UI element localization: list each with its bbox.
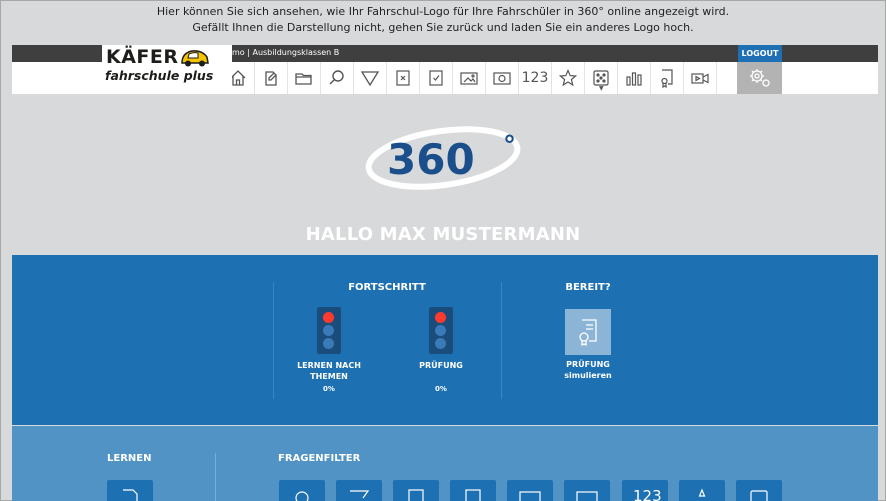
logo-text-main: KÄFER xyxy=(106,46,179,68)
filter-dice-button[interactable] xyxy=(736,480,782,501)
divider-left xyxy=(273,282,274,399)
pen-note-icon xyxy=(123,489,138,501)
traffic-light-exam xyxy=(429,307,453,354)
filter-image-button[interactable] xyxy=(507,480,553,501)
filter-funnel-button[interactable] xyxy=(336,480,382,501)
progress-title: FORTSCHRITT xyxy=(348,282,426,293)
filter-counter-button[interactable]: 123 xyxy=(622,480,668,501)
check-box-icon[interactable] xyxy=(420,62,453,94)
question-filter-title: FRAGENFILTER xyxy=(278,453,361,464)
star-icon xyxy=(698,488,706,497)
simulate-exam-label[interactable]: PRÜFUNG simulieren xyxy=(548,359,628,381)
beetle-car-icon xyxy=(181,50,209,67)
toolbar-icons: 123 ▼ xyxy=(222,62,717,94)
notice-line-1: Hier können Sie sich ansehen, wie Ihr Fa… xyxy=(156,5,730,18)
image-icon[interactable] xyxy=(453,62,486,94)
search-icon xyxy=(295,491,309,501)
breadcrumb: demo | Ausbildungsklassen B xyxy=(222,48,340,57)
learn-topics-label: LERNEN NACH THEMEN xyxy=(297,361,361,381)
emblem-number: 360 xyxy=(387,135,475,184)
counter-label: 123 xyxy=(521,70,549,86)
filter-correct-button[interactable] xyxy=(450,480,496,501)
ready-title: BEREIT? xyxy=(565,282,611,293)
logo-text-sub: fahrschule plus xyxy=(105,68,214,83)
divider-right xyxy=(501,282,502,399)
cross-box-icon[interactable] xyxy=(387,62,420,94)
folder-icon[interactable] xyxy=(288,62,321,94)
certificate-icon[interactable] xyxy=(651,62,684,94)
settings-button[interactable] xyxy=(737,62,782,94)
learn-topics-percent: 0% xyxy=(323,385,335,393)
learn-title: LERNEN xyxy=(107,453,152,464)
school-logo: KÄFER fahrschule plus xyxy=(102,45,232,85)
pen-note-icon[interactable] xyxy=(255,62,288,94)
chevron-down-icon: ▼ xyxy=(599,85,604,92)
star-icon[interactable] xyxy=(552,62,585,94)
greeting: HALLO MAX MUSTERMANN xyxy=(305,224,581,245)
dice-icon[interactable]: ▼ xyxy=(585,62,618,94)
counter-icon[interactable]: 123 xyxy=(519,62,552,94)
exam-label: PRÜFUNG xyxy=(419,361,463,370)
emblem-degree: ° xyxy=(503,131,516,161)
filter-icon[interactable] xyxy=(354,62,387,94)
simulate-exam-button[interactable] xyxy=(565,309,611,355)
preview-notice: Hier können Sie sich ansehen, wie Ihr Fa… xyxy=(0,4,886,36)
filter-counter-label: 123 xyxy=(633,487,662,501)
cross-box-icon xyxy=(408,489,424,501)
image-icon xyxy=(519,491,541,501)
learn-divider xyxy=(215,453,216,501)
search-icon[interactable] xyxy=(321,62,354,94)
filter-video-camera-button[interactable] xyxy=(564,480,610,501)
filter-search-button[interactable] xyxy=(279,480,325,501)
certificate-icon xyxy=(579,319,597,347)
gear-icon xyxy=(749,69,770,87)
video-camera-icon xyxy=(576,491,598,501)
logout-button[interactable]: LOGOUT xyxy=(738,45,782,62)
learn-button[interactable] xyxy=(107,480,153,501)
filter-wrong-button[interactable] xyxy=(393,480,439,501)
check-box-icon xyxy=(465,489,481,501)
traffic-light-learn xyxy=(317,307,341,354)
notice-line-2: Gefällt Ihnen die Darstellung nicht, geh… xyxy=(192,21,694,34)
video-camera-icon[interactable] xyxy=(486,62,519,94)
exam-percent: 0% xyxy=(435,385,447,393)
app-emblem-360: 360 ° xyxy=(363,118,523,198)
chart-icon[interactable] xyxy=(618,62,651,94)
filter-icon xyxy=(350,490,370,499)
video-icon[interactable] xyxy=(684,62,717,94)
filter-star-button[interactable] xyxy=(679,480,725,501)
dice-icon xyxy=(750,490,768,501)
